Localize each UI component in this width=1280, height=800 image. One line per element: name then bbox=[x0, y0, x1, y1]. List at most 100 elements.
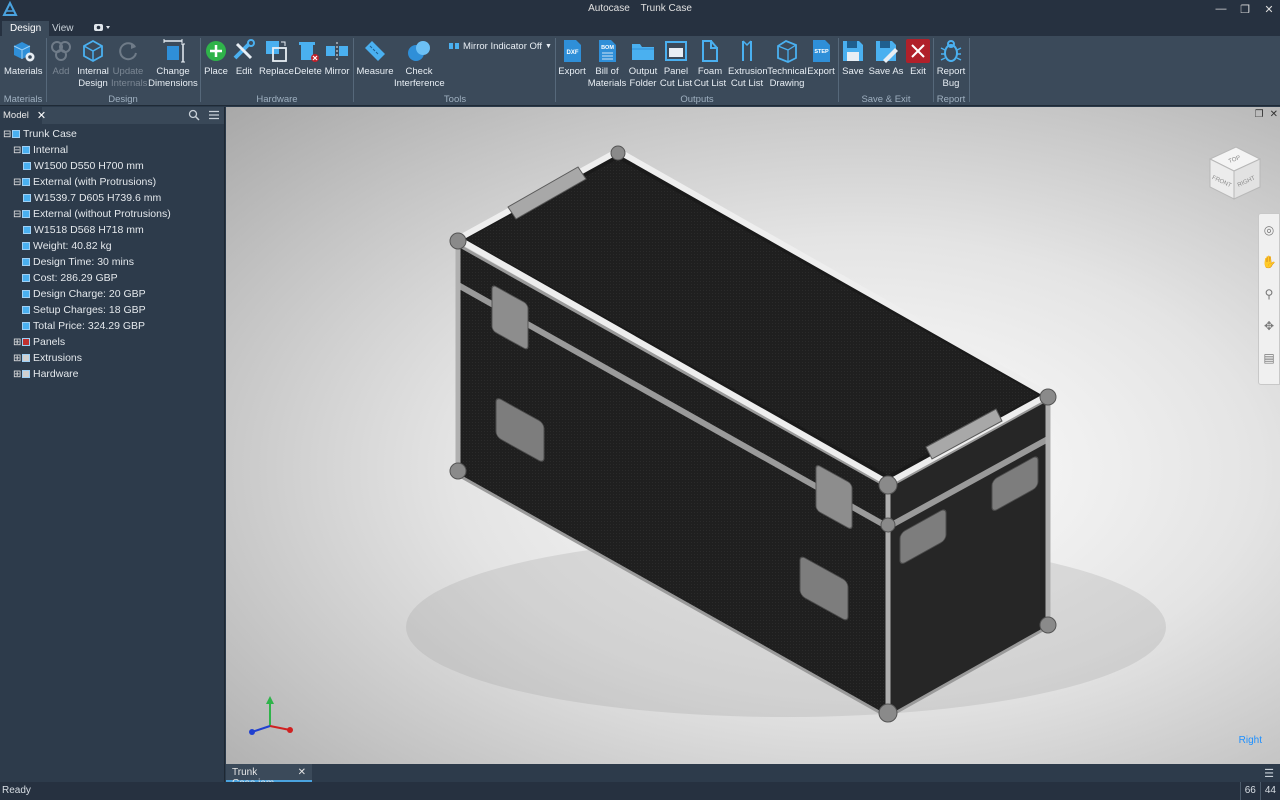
dxf-icon-text: DXF bbox=[567, 50, 579, 56]
tree-item-label: Cost: 286.29 GBP bbox=[33, 272, 118, 284]
update-internals-button[interactable]: Update Internals bbox=[111, 38, 147, 90]
collapse-icon[interactable]: ⊟ bbox=[13, 209, 21, 219]
tree-item[interactable]: Cost: 286.29 GBP bbox=[0, 270, 224, 286]
internal-design-cube-icon bbox=[83, 39, 103, 63]
tab-view[interactable]: View bbox=[44, 21, 82, 36]
collapse-icon[interactable]: ⊟ bbox=[13, 177, 21, 187]
hamburger-menu-icon[interactable] bbox=[208, 109, 220, 121]
tree-item[interactable]: ⊞ Hardware bbox=[0, 366, 224, 382]
replace-button[interactable]: Replace bbox=[259, 38, 294, 78]
close-panel-icon[interactable]: ✕ bbox=[37, 109, 46, 122]
tree-item[interactable]: ⊟ Trunk Case bbox=[0, 126, 224, 142]
tree-item[interactable]: W1518 D568 H718 mm bbox=[0, 222, 224, 238]
technical-drawing-button[interactable]: Technical Drawing bbox=[767, 38, 807, 90]
tree-item[interactable]: W1500 D550 H700 mm bbox=[0, 158, 224, 174]
mirror-indicator-label: Mirror Indicator Off bbox=[463, 40, 543, 52]
tree-item[interactable]: Weight: 40.82 kg bbox=[0, 238, 224, 254]
status-bar: Ready 66 44 bbox=[0, 782, 1280, 800]
model-tab-label: Model bbox=[3, 110, 29, 121]
materials-button[interactable]: Materials bbox=[4, 38, 43, 78]
foam-cut-list-icon bbox=[702, 40, 718, 62]
extrusion-cut-list-button[interactable]: Extrusion Cut List bbox=[728, 38, 768, 90]
bill-of-materials-button[interactable]: BOM Bill of Materials bbox=[587, 38, 627, 90]
edit-button[interactable]: Edit bbox=[231, 38, 257, 78]
delete-label: Delete bbox=[294, 66, 322, 77]
internal-design-button[interactable]: Internal Design bbox=[76, 38, 110, 90]
document-tab[interactable]: Trunk Case.iam ✕ bbox=[226, 764, 312, 789]
restore-icon[interactable]: ❐ bbox=[1238, 1, 1252, 17]
steering-wheel-icon[interactable]: ◎ bbox=[1259, 214, 1279, 246]
export-step-label: Export bbox=[807, 66, 835, 77]
tree-node-icon bbox=[22, 146, 30, 154]
replace-label: Replace bbox=[259, 66, 294, 77]
tree-item-label: Design Charge: 20 GBP bbox=[33, 288, 146, 300]
bom-label-2: Materials bbox=[587, 78, 627, 89]
chevron-down-icon: ▼ bbox=[545, 42, 552, 50]
technical-drawing-icon bbox=[777, 39, 797, 63]
tree-item[interactable]: Setup Charges: 18 GBP bbox=[0, 302, 224, 318]
collapse-icon[interactable]: ⊟ bbox=[13, 145, 21, 155]
place-button[interactable]: Place bbox=[203, 38, 229, 78]
search-icon[interactable] bbox=[188, 109, 200, 121]
tree-item[interactable]: ⊞ Extrusions bbox=[0, 350, 224, 366]
mirror-button[interactable]: Mirror bbox=[323, 38, 351, 78]
bug-icon bbox=[940, 40, 962, 62]
foam-cut-list-button[interactable]: Foam Cut List bbox=[693, 38, 727, 90]
expand-icon[interactable]: ⊞ bbox=[13, 353, 21, 363]
ribbon-tabs: Design View bbox=[0, 19, 1280, 36]
orbit-icon[interactable]: ✥ bbox=[1259, 310, 1279, 342]
tree-item-label: Weight: 40.82 kg bbox=[33, 240, 112, 252]
dimension-icon bbox=[23, 162, 31, 170]
exit-button[interactable]: Exit bbox=[905, 38, 931, 78]
save-label: Save bbox=[842, 66, 864, 77]
group-divider bbox=[555, 38, 556, 102]
report-bug-button[interactable]: Report Bug bbox=[935, 38, 967, 90]
measure-button[interactable]: Measure bbox=[356, 38, 394, 78]
3d-viewport[interactable]: ❐ ✕ TOP FRONT RIGHT ◎ ✋ ⚲ ✥ ▤ Right bbox=[226, 107, 1280, 764]
navigation-bar: ◎ ✋ ⚲ ✥ ▤ bbox=[1258, 213, 1280, 385]
tree-node-icon bbox=[22, 370, 30, 378]
change-dimensions-button[interactable]: Change Dimensions bbox=[148, 38, 198, 90]
save-button[interactable]: Save bbox=[840, 38, 866, 78]
model-tab[interactable]: Model ✕ bbox=[0, 107, 46, 124]
panel-cut-list-button[interactable]: Panel Cut List bbox=[659, 38, 693, 90]
minimize-icon[interactable]: — bbox=[1214, 1, 1228, 17]
close-icon[interactable]: ✕ bbox=[1262, 1, 1276, 17]
tree-item[interactable]: ⊟ External (without Protrusions) bbox=[0, 206, 224, 222]
tab-list-menu-icon[interactable]: ☰ bbox=[1264, 767, 1274, 780]
tree-item-label: Total Price: 324.29 GBP bbox=[33, 320, 146, 332]
tree-item[interactable]: W1539.7 D605 H739.6 mm bbox=[0, 190, 224, 206]
output-folder-button[interactable]: Output Folder bbox=[627, 38, 659, 90]
tree-item[interactable]: Design Charge: 20 GBP bbox=[0, 286, 224, 302]
export-step-button[interactable]: STEP Export bbox=[806, 38, 836, 78]
save-as-button[interactable]: Save As bbox=[868, 38, 904, 78]
expand-icon[interactable]: ⊞ bbox=[13, 337, 21, 347]
look-at-icon[interactable]: ▤ bbox=[1259, 342, 1279, 374]
viewcube-icon[interactable]: TOP FRONT RIGHT bbox=[1204, 141, 1264, 203]
close-tab-icon[interactable]: ✕ bbox=[298, 767, 306, 778]
tree-item-label: Panels bbox=[33, 336, 66, 348]
export-dxf-button[interactable]: DXF Export bbox=[557, 38, 587, 78]
mirror-indicator-dropdown[interactable]: Mirror Indicator Off ▼ bbox=[448, 40, 552, 52]
check-interference-button[interactable]: Check Interference bbox=[394, 38, 445, 90]
camera-dropdown-icon[interactable] bbox=[93, 23, 111, 32]
collapse-icon[interactable]: ⊟ bbox=[3, 129, 11, 139]
group-divider bbox=[969, 38, 970, 102]
add-button[interactable]: Add bbox=[48, 38, 74, 78]
pan-hand-icon[interactable]: ✋ bbox=[1259, 246, 1279, 278]
axis-triad-icon bbox=[249, 696, 293, 735]
trunk-case-model[interactable] bbox=[226, 107, 1280, 764]
tree-item[interactable]: ⊟ External (with Protrusions) bbox=[0, 174, 224, 190]
report-bug-label-2: Bug bbox=[942, 78, 960, 89]
tree-item[interactable]: ⊟ Internal bbox=[0, 142, 224, 158]
zoom-icon[interactable]: ⚲ bbox=[1259, 278, 1279, 310]
panel-cut-list-label-1: Panel bbox=[663, 66, 689, 77]
tab-design[interactable]: Design bbox=[2, 21, 50, 36]
tree-item[interactable]: Total Price: 324.29 GBP bbox=[0, 318, 224, 334]
group-divider bbox=[353, 38, 354, 102]
tree-item[interactable]: Design Time: 30 mins bbox=[0, 254, 224, 270]
view-orientation-label: Right bbox=[1238, 735, 1262, 746]
tree-item[interactable]: ⊞ Panels bbox=[0, 334, 224, 350]
delete-button[interactable]: Delete bbox=[294, 38, 322, 78]
expand-icon[interactable]: ⊞ bbox=[13, 369, 21, 379]
